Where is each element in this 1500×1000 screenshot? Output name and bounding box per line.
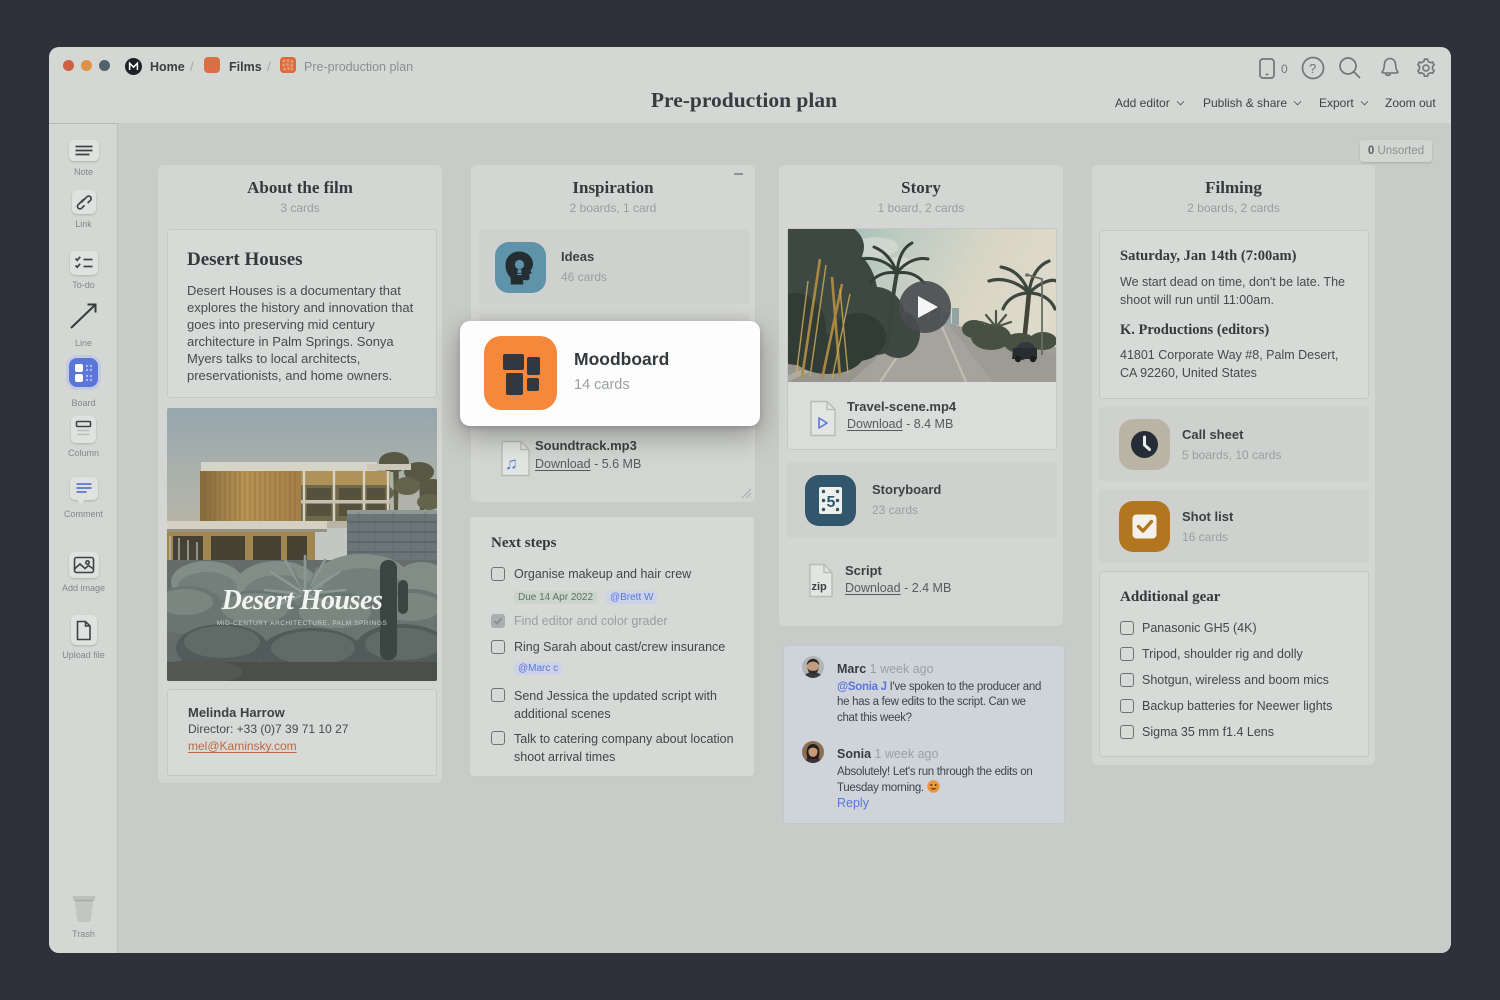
svg-text:MID-CENTURY ARCHITECTURE. PALM: MID-CENTURY ARCHITECTURE. PALM SPRINGS: [217, 620, 388, 627]
svg-text:0: 0: [1281, 62, 1288, 76]
svg-text:zip: zip: [812, 581, 828, 593]
svg-text:?: ?: [1309, 61, 1316, 76]
svg-text:Desert Houses: Desert Houses: [221, 585, 383, 616]
svg-text:♫: ♫: [505, 454, 518, 473]
svg-text:5: 5: [827, 494, 836, 511]
